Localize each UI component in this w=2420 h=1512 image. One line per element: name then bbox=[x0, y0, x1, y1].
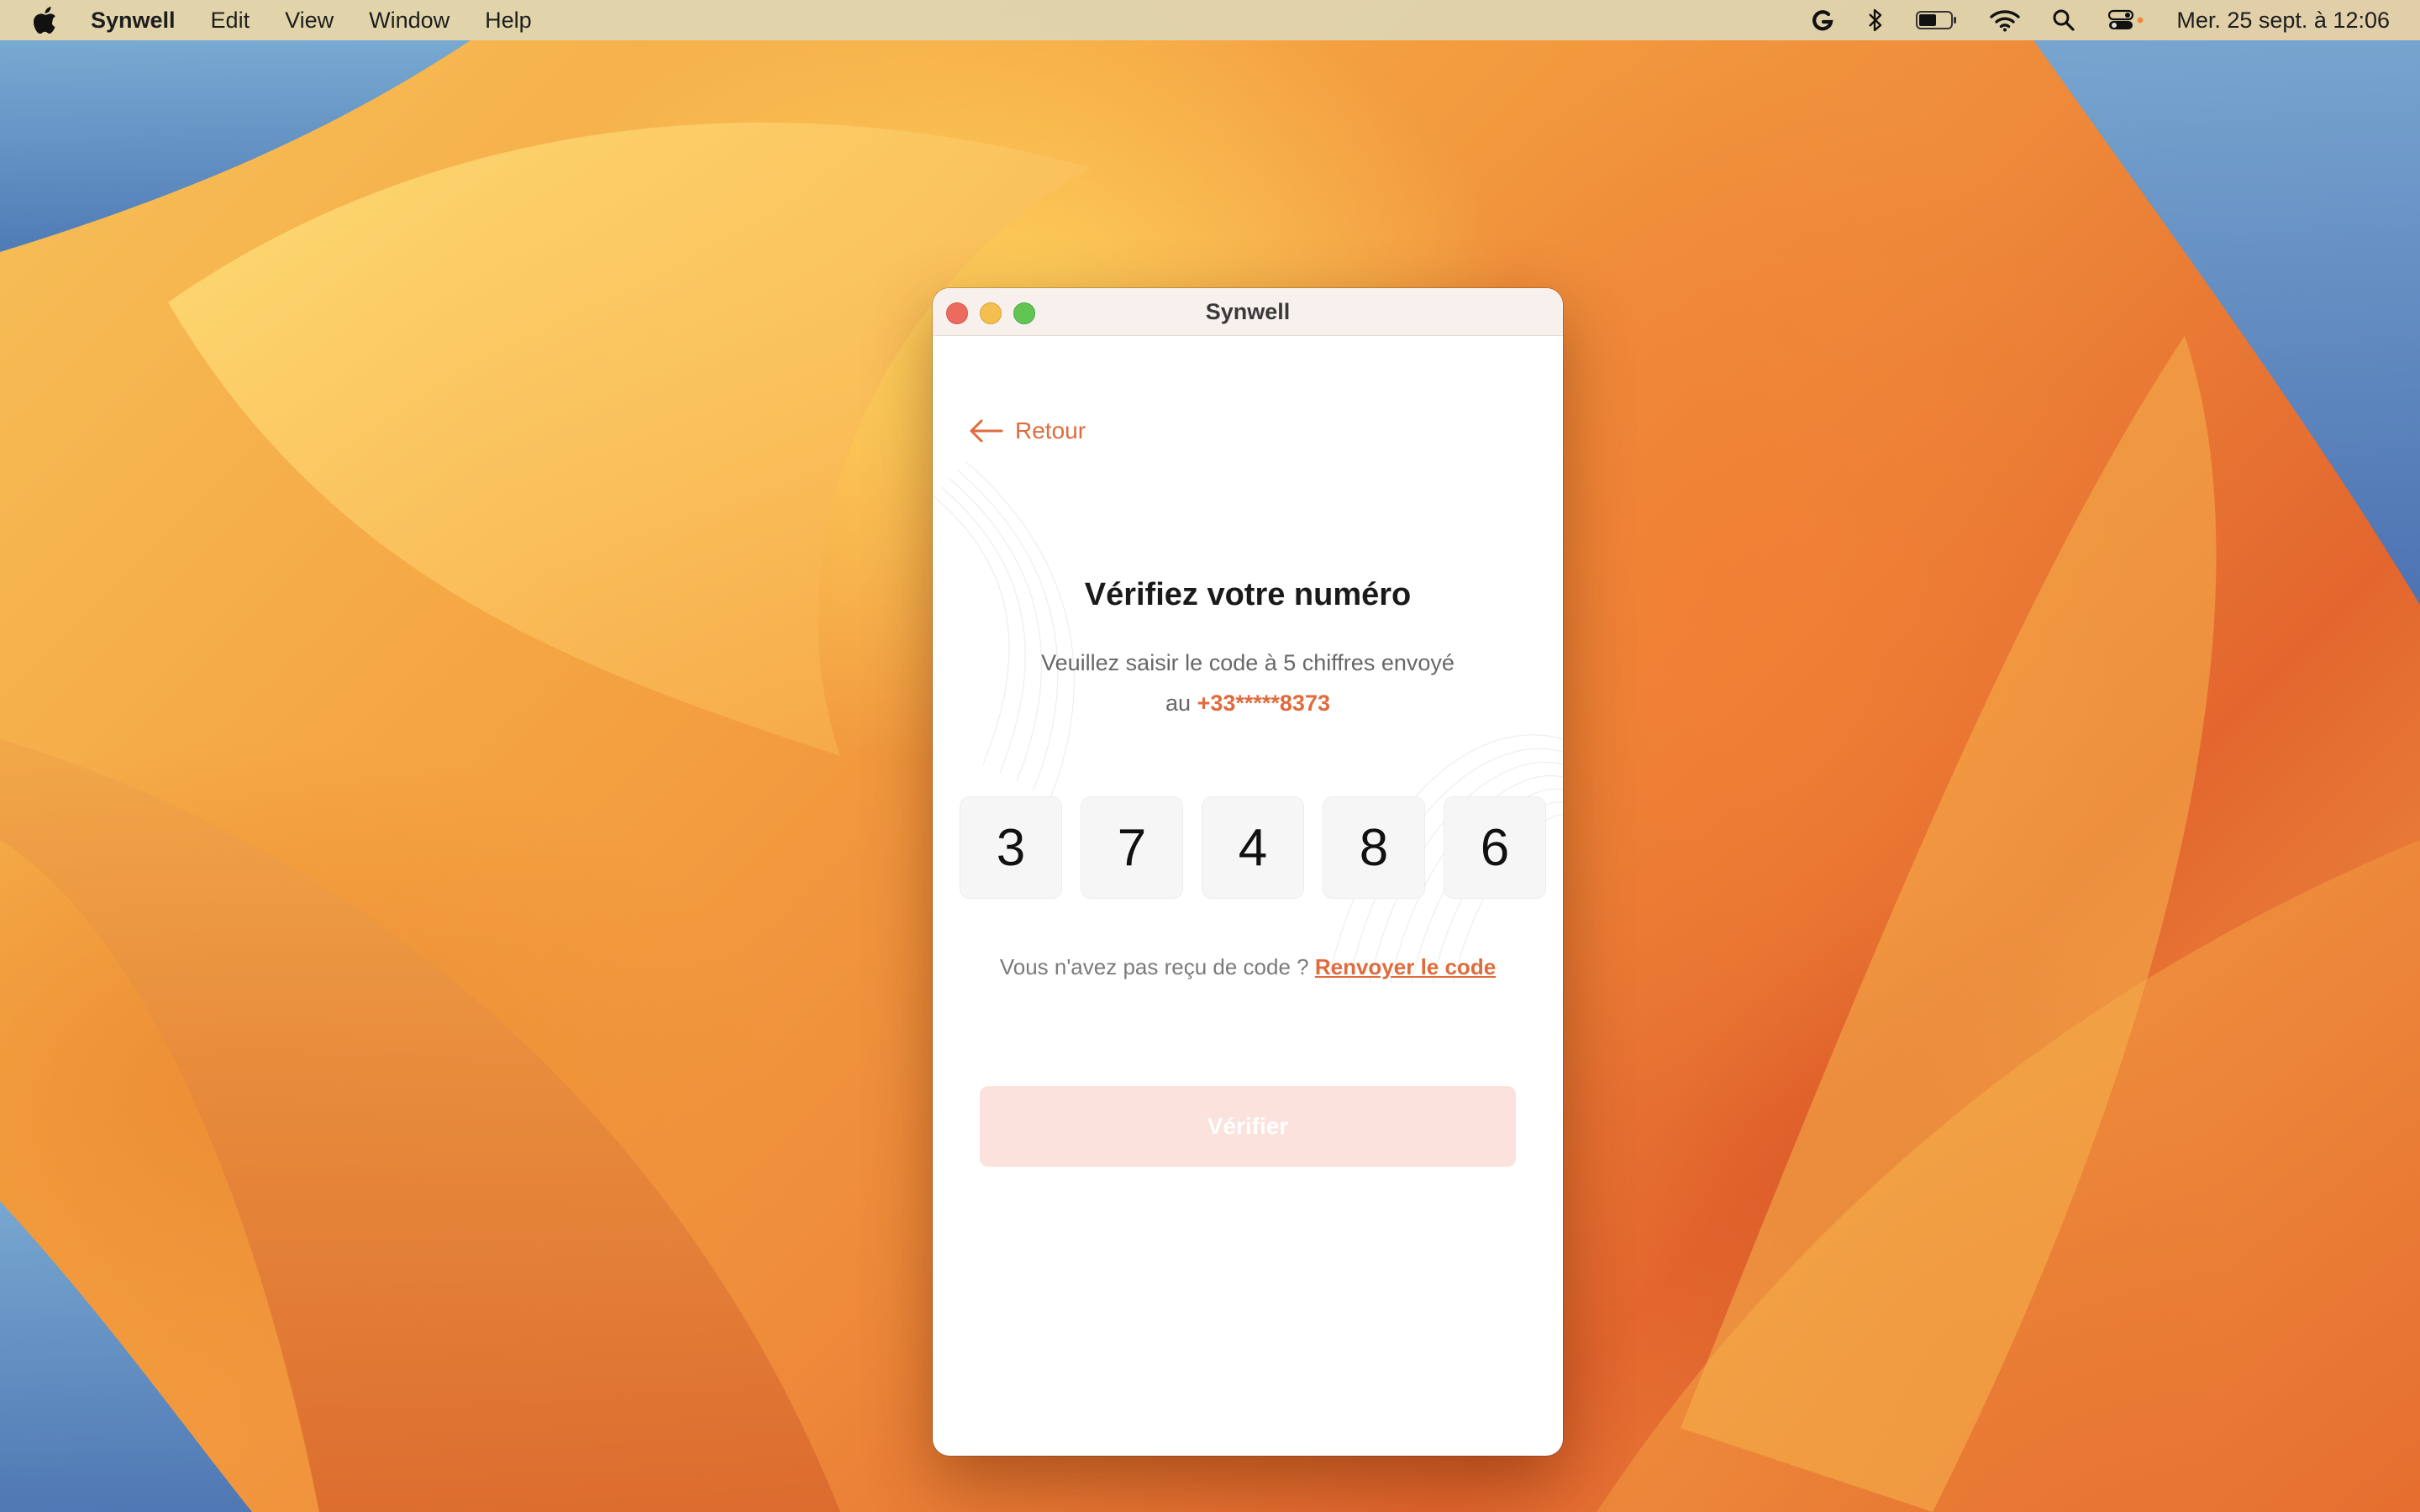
app-window: Synwell Retour Vérifiez votre numéro Veu… bbox=[933, 288, 1563, 1456]
menu-help[interactable]: Help bbox=[485, 8, 532, 34]
spotlight-search-icon[interactable] bbox=[2052, 8, 2075, 32]
instruction-text: Veuillez saisir le code à 5 chiffres env… bbox=[1008, 643, 1487, 723]
back-link-label: Retour bbox=[1015, 417, 1086, 444]
page-title: Vérifiez votre numéro bbox=[1084, 577, 1412, 612]
menu-edit[interactable]: Edit bbox=[211, 8, 250, 34]
status-area: Mer. 25 sept. à 12:06 bbox=[1810, 0, 2390, 40]
apple-menu-icon[interactable] bbox=[32, 6, 57, 34]
otp-digit-3[interactable]: 4 bbox=[1202, 796, 1304, 899]
instruction-line: Veuillez saisir le code à 5 chiffres env… bbox=[1041, 650, 1455, 675]
menu-app-name[interactable]: Synwell bbox=[91, 8, 176, 34]
menu-view[interactable]: View bbox=[285, 8, 334, 34]
back-link[interactable]: Retour bbox=[968, 417, 1086, 444]
control-center-icon[interactable] bbox=[2107, 8, 2144, 32]
wifi-icon[interactable] bbox=[1990, 8, 2021, 32]
resend-row: Vous n'avez pas reçu de code ? Renvoyer … bbox=[933, 954, 1563, 980]
arrow-left-icon bbox=[970, 419, 1003, 443]
resend-prompt: Vous n'avez pas reçu de code ? bbox=[999, 954, 1309, 979]
otp-digit-1[interactable]: 3 bbox=[960, 796, 1062, 899]
otp-code-input: 3 7 4 8 6 bbox=[960, 796, 1546, 899]
menubar-clock[interactable]: Mer. 25 sept. à 12:06 bbox=[2176, 8, 2390, 34]
resend-code-link[interactable]: Renvoyer le code bbox=[1315, 954, 1496, 979]
verify-button[interactable]: Vérifier bbox=[980, 1086, 1516, 1167]
menu-bar: Synwell Edit View Window Help Mer. 25 se… bbox=[0, 0, 2420, 40]
bluetooth-icon[interactable] bbox=[1867, 8, 1884, 33]
menu-window[interactable]: Window bbox=[369, 8, 450, 34]
battery-icon[interactable] bbox=[1916, 10, 1958, 30]
masked-phone-number: +33*****8373 bbox=[1197, 690, 1330, 716]
otp-digit-2[interactable]: 7 bbox=[1081, 796, 1183, 899]
window-title: Synwell bbox=[1205, 299, 1291, 324]
window-titlebar[interactable]: Synwell bbox=[933, 288, 1563, 336]
instruction-prefix: au bbox=[1165, 690, 1192, 716]
otp-digit-5[interactable]: 6 bbox=[1444, 796, 1546, 899]
otp-digit-4[interactable]: 8 bbox=[1323, 796, 1425, 899]
verification-screen: Retour Vérifiez votre numéro Veuillez sa… bbox=[933, 336, 1563, 1456]
grammarly-icon[interactable] bbox=[1810, 8, 1835, 33]
